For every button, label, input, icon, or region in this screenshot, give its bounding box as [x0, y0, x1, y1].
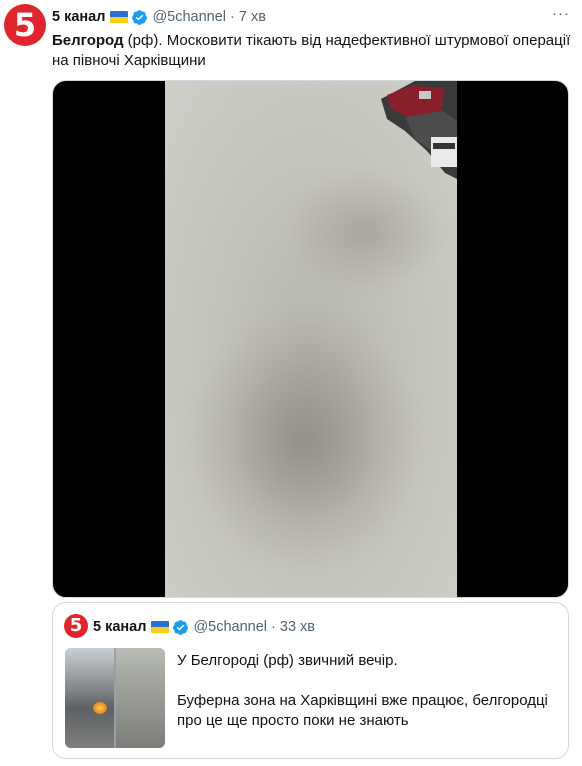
quoted-tweet[interactable]: 5 5 канал @5channel · 33 хв У Белгороді …: [52, 602, 569, 759]
quoted-header: 5 канал @5channel · 33 хв: [93, 617, 315, 637]
separator-dot: ·: [230, 9, 235, 25]
ukraine-flag-icon: [151, 621, 170, 633]
quoted-display-name[interactable]: 5 канал: [93, 619, 146, 635]
verified-badge-icon: [173, 619, 189, 635]
quoted-media-thumbnail[interactable]: [65, 648, 165, 748]
fire-image: [93, 702, 107, 714]
tweet[interactable]: 5 5 канал @5channel · 7 хв ··· Белгород …: [0, 0, 582, 766]
quoted-handle[interactable]: @5channel: [193, 619, 267, 635]
timestamp[interactable]: 7 хв: [239, 9, 266, 25]
verified-badge-icon: [132, 9, 148, 25]
video-player[interactable]: [52, 80, 569, 598]
separator-dot: ·: [271, 619, 276, 635]
tweet-text-bold: Белгород: [52, 32, 124, 49]
quoted-timestamp[interactable]: 33 хв: [280, 619, 315, 635]
avatar[interactable]: 5: [4, 4, 46, 46]
more-options-icon[interactable]: ···: [552, 6, 570, 22]
car-image: [381, 81, 457, 179]
video-texture: [185, 311, 425, 571]
ukraine-flag-icon: [110, 11, 129, 23]
handle[interactable]: @5channel: [152, 9, 226, 25]
tweet-text: Белгород (рф). Московити тікають від над…: [52, 31, 572, 71]
avatar-logo-text: 5: [13, 5, 37, 44]
quoted-avatar-logo-text: 5: [69, 615, 83, 636]
video-frame: [165, 81, 457, 597]
display-name[interactable]: 5 канал: [52, 9, 105, 25]
quoted-text-line: Буферна зона на Харківщині вже працює, б…: [177, 692, 548, 729]
thumbnail-right-image: [116, 648, 165, 748]
tweet-text-body: (рф). Московити тікають від надефективно…: [52, 32, 571, 69]
quoted-text: У Белгороді (рф) звичний вечір. Буферна …: [177, 651, 562, 751]
tweet-header: 5 канал @5channel · 7 хв: [52, 6, 266, 28]
thumbnail-left-image: [65, 648, 114, 748]
quoted-avatar[interactable]: 5: [64, 614, 88, 638]
quoted-text-line: У Белгороді (рф) звичний вечір.: [177, 652, 398, 669]
